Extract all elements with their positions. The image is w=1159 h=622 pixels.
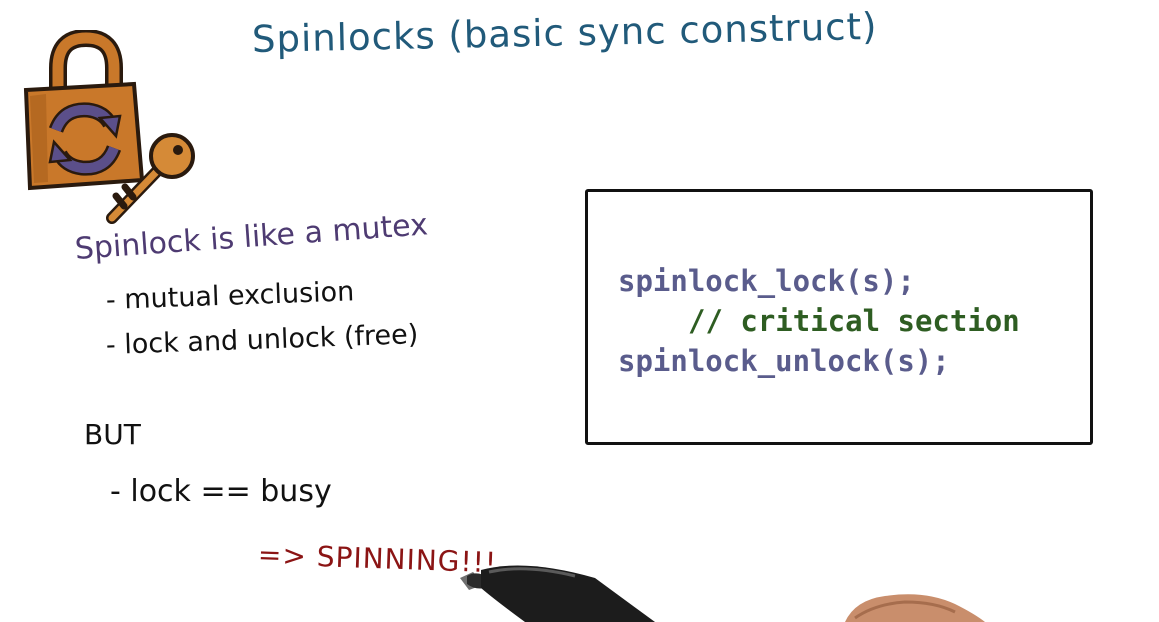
code-line-lock: spinlock_lock(s); (618, 264, 915, 298)
bullet-mutual-exclusion: - mutual exclusion (105, 276, 355, 316)
code-box: spinlock_lock(s); // critical section sp… (585, 189, 1093, 445)
code-line-unlock: spinlock_unlock(s); (618, 344, 950, 378)
busy-line: - lock == busy (110, 474, 332, 509)
padlock-icon (23, 30, 195, 224)
pen-hand (460, 565, 985, 622)
code-line-comment: // critical section (688, 304, 1020, 338)
but-label: BUT (84, 418, 141, 451)
bullet-lock-unlock: - lock and unlock (free) (105, 319, 419, 361)
slide-canvas: Spinlocks (basic sync construct) Spinloc… (0, 0, 1159, 622)
page-title: Spinlocks (basic sync construct) (251, 4, 878, 61)
